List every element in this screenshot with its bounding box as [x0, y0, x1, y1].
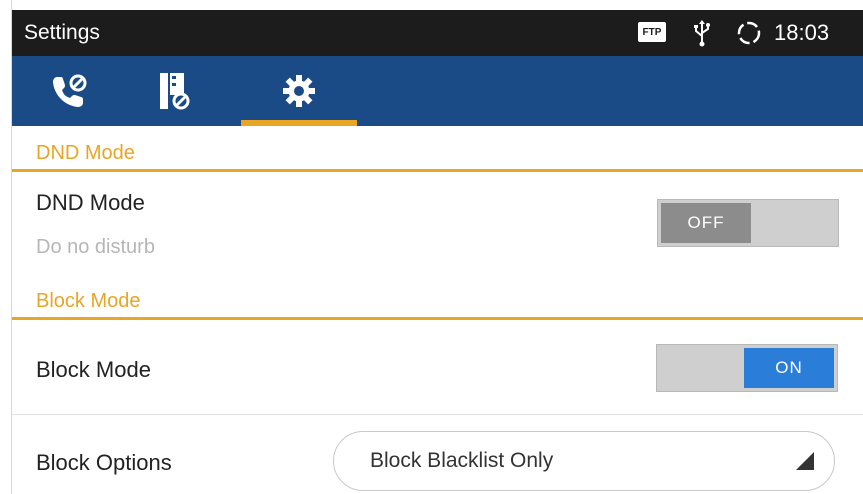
tab-bar: [12, 56, 863, 126]
usb-icon: [694, 20, 710, 47]
gear-icon: [283, 75, 315, 107]
block-options-value: Block Blacklist Only: [370, 449, 554, 472]
dropdown-triangle-icon: [796, 452, 814, 470]
window-edge: [0, 0, 12, 494]
clock: 18:03: [774, 20, 830, 45]
contacts-block-icon: [160, 73, 190, 110]
call-settings-icon: [53, 74, 87, 107]
selected-tab-indicator: [241, 120, 357, 126]
dnd-mode-toggle[interactable]: OFF: [657, 199, 839, 247]
section-header-dnd: DND Mode: [12, 136, 863, 172]
block-mode-title: Block Mode: [36, 357, 151, 382]
status-title: Settings: [24, 21, 100, 44]
block-options-dropdown[interactable]: Block Blacklist Only: [333, 431, 835, 491]
dnd-mode-subtitle: Do no disturb: [36, 236, 155, 258]
section-header-block-label: Block Mode: [36, 290, 141, 312]
dnd-mode-title: DND Mode: [36, 190, 145, 215]
section-header-dnd-label: DND Mode: [36, 142, 135, 164]
block-toggle-knob: ON: [744, 348, 834, 388]
tab-contacts-block[interactable]: [138, 56, 208, 126]
tab-settings[interactable]: [241, 56, 357, 126]
sync-icon: [737, 21, 761, 45]
section-header-block: Block Mode: [12, 284, 863, 320]
ftp-icon: FTP: [638, 22, 666, 42]
block-mode-toggle[interactable]: ON: [656, 344, 838, 392]
block-options-label: Block Options: [36, 450, 172, 475]
status-bar: Settings FTP 18:03: [12, 10, 863, 56]
tab-call-settings[interactable]: [34, 56, 104, 126]
dnd-toggle-knob: OFF: [661, 203, 751, 243]
row-divider: [12, 414, 863, 415]
